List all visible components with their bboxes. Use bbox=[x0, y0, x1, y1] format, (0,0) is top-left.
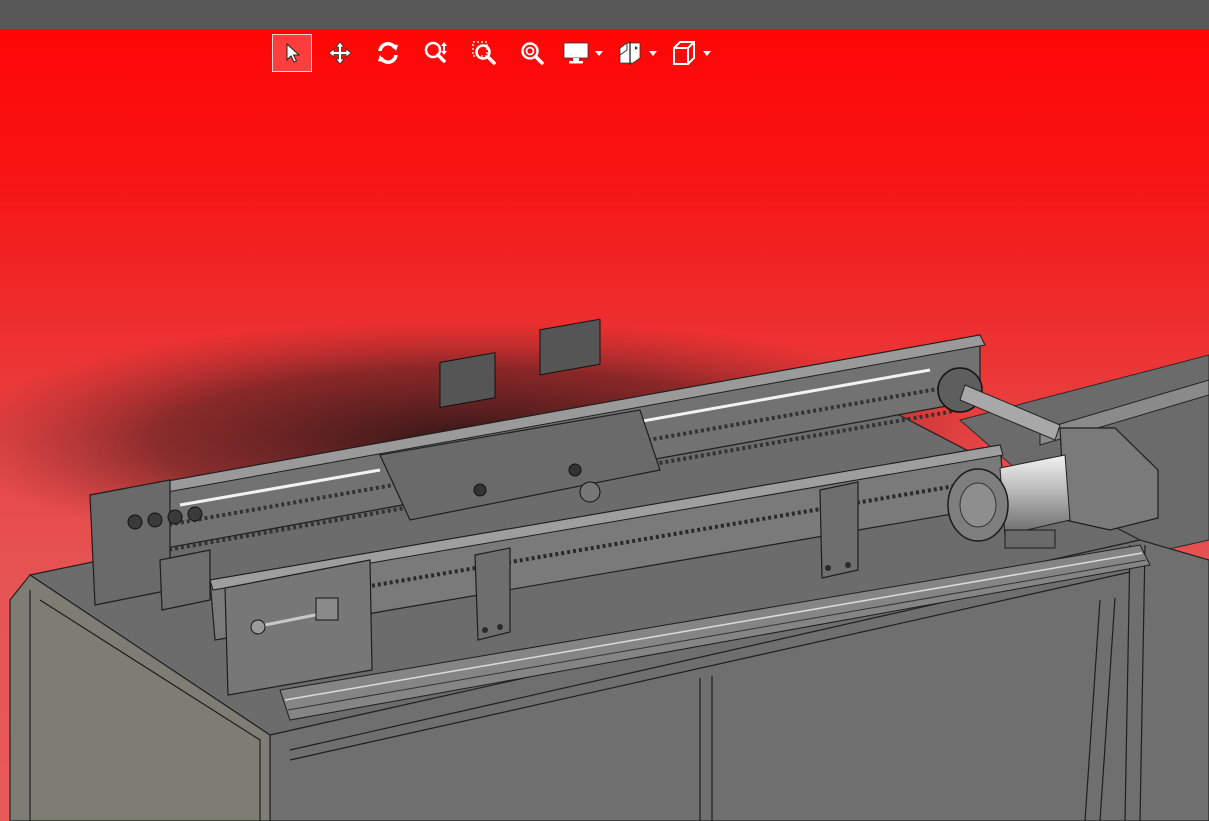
3d-viewport[interactable] bbox=[0, 29, 1209, 821]
pan-move-icon bbox=[328, 41, 352, 65]
select-arrow-icon bbox=[286, 42, 301, 63]
left-end-plate bbox=[89, 479, 171, 606]
display-style-caret[interactable] bbox=[592, 34, 606, 72]
standard-views-button[interactable] bbox=[668, 34, 700, 72]
rotate-tool-button[interactable] bbox=[368, 34, 408, 72]
standard-views-dropdown[interactable] bbox=[668, 34, 714, 72]
window-title-bar bbox=[0, 0, 1209, 29]
section-view-caret[interactable] bbox=[646, 34, 660, 72]
display-style-icon bbox=[563, 42, 589, 64]
zoom-window-icon bbox=[472, 41, 496, 65]
zoom-to-fit-icon bbox=[521, 42, 544, 65]
section-view-dropdown[interactable] bbox=[614, 34, 660, 72]
standard-views-caret[interactable] bbox=[700, 34, 714, 72]
zoom-in-out-button[interactable] bbox=[416, 34, 456, 72]
zoom-window-button[interactable] bbox=[464, 34, 504, 72]
view-toolbar bbox=[272, 33, 722, 73]
select-tool-button[interactable] bbox=[272, 34, 312, 72]
zoom-to-fit-button[interactable] bbox=[512, 34, 552, 72]
display-style-dropdown[interactable] bbox=[560, 34, 606, 72]
chevron-down-icon bbox=[595, 50, 603, 56]
section-view-icon bbox=[619, 41, 641, 65]
rotate-view-icon bbox=[378, 42, 398, 64]
cad-model-scene[interactable] bbox=[0, 29, 1209, 821]
section-view-button[interactable] bbox=[614, 34, 646, 72]
display-style-button[interactable] bbox=[560, 34, 592, 72]
chevron-down-icon bbox=[703, 50, 711, 56]
chevron-down-icon bbox=[649, 50, 657, 56]
pan-tool-button[interactable] bbox=[320, 34, 360, 72]
zoom-in-out-icon bbox=[424, 41, 447, 63]
standard-views-cube-icon bbox=[673, 41, 695, 65]
